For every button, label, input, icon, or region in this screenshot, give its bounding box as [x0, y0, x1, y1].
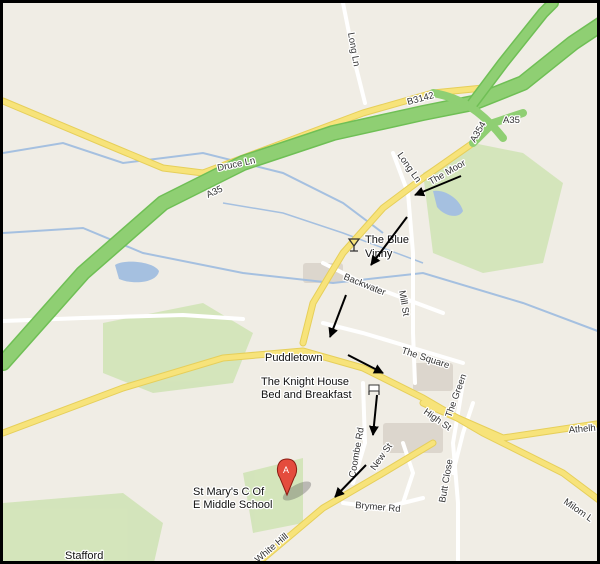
map-view[interactable]: Long Ln B3142 A354 A35 Druce Ln A35 Long…	[0, 0, 600, 564]
label-puddletown: Puddletown	[265, 352, 323, 364]
map-canvas[interactable]: Long Ln B3142 A354 A35 Druce Ln A35 Long…	[3, 3, 600, 564]
label-athelhampton: Athelh	[568, 423, 596, 436]
marker-label: A	[283, 465, 289, 475]
label-knight-house-2: Bed and Breakfast	[261, 389, 352, 401]
label-stafford: Stafford	[65, 550, 103, 562]
label-knight-house-1: The Knight House	[261, 376, 349, 388]
label-school-2: E Middle School	[193, 499, 273, 511]
label-a35-east: A35	[503, 115, 520, 126]
label-school-1: St Mary's C Of	[193, 486, 265, 498]
